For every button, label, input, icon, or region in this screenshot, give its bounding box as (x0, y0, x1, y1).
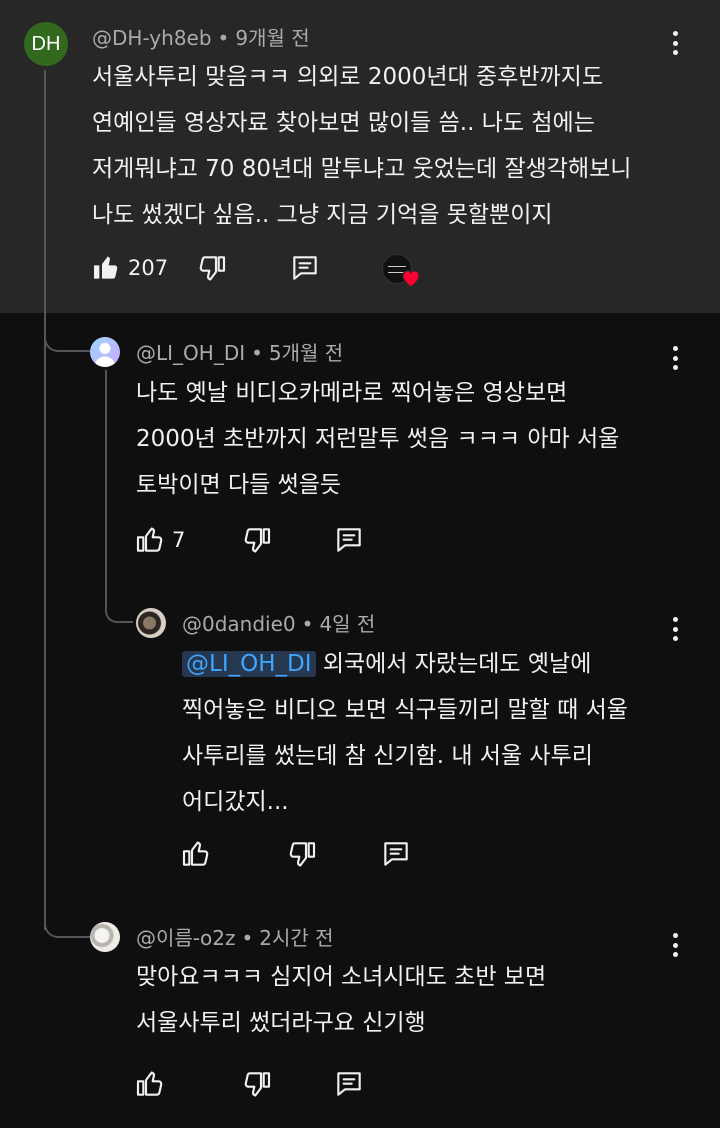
reply-button[interactable] (289, 252, 321, 284)
comment-time: 4일 전 (319, 612, 376, 636)
thread-line-main (44, 70, 46, 930)
more-options-button[interactable] (663, 613, 687, 645)
thread-curve-nested-reply (105, 585, 133, 623)
avatar[interactable] (90, 337, 120, 367)
heart-icon (402, 270, 420, 288)
comment-time: 9개월 전 (235, 26, 310, 50)
avatar[interactable] (136, 608, 166, 638)
dislike-button[interactable] (241, 524, 273, 556)
comment-time: 5개월 전 (268, 341, 344, 365)
like-button[interactable] (180, 838, 218, 870)
thread-line-nested (105, 370, 107, 585)
more-dot-icon (672, 933, 678, 938)
more-dot-icon (672, 31, 678, 36)
meta-separator: • (301, 612, 314, 636)
more-options-button[interactable] (663, 342, 687, 374)
comment-line: 어디갔지... (182, 789, 289, 815)
comment-text: 서울사투리 맞음ㅋㅋ 의외로 2000년대 중후반까지도 연예인들 영상자료 찾… (92, 54, 631, 238)
dislike-button[interactable] (241, 1068, 273, 1100)
more-dot-icon (672, 942, 678, 948)
comment-line: 나도 옛날 비디오카메라로 찍어놓은 영상보면 (136, 380, 568, 406)
avatar[interactable] (90, 922, 120, 952)
comment-line: 맞아요ㅋㅋㅋ 심지어 소녀시대도 초반 보면 (136, 964, 547, 990)
reply-button[interactable] (380, 838, 412, 870)
comment-line: 저게뭐냐고 70 80년대 말투냐고 웃었는데 잘생각해보니 (92, 156, 632, 182)
creator-heart-badge (382, 254, 422, 288)
author-name[interactable]: @0dandie0 (182, 612, 296, 636)
more-dot-icon (672, 952, 678, 957)
thumbs-down-icon (196, 252, 228, 284)
thumbs-down-icon (241, 1068, 273, 1100)
thumbs-up-filled-icon (90, 252, 122, 284)
comment-line: 사투리를 썼는데 참 신기함. 내 서울 사투리 (182, 743, 593, 769)
comment-line: 연예인들 영상자료 찾아보면 많이들 씀.. 나도 첨에는 (92, 110, 595, 136)
comment-line: 서울사투리 맞음ㅋㅋ 의외로 2000년대 중후반까지도 (92, 64, 603, 90)
reply-icon (333, 1068, 365, 1100)
more-dot-icon (672, 346, 678, 351)
reply-icon (380, 838, 412, 870)
thumbs-down-icon (286, 838, 318, 870)
meta-separator: • (251, 341, 263, 365)
thumbs-up-icon (180, 838, 212, 870)
meta-separator: • (217, 26, 230, 50)
like-button[interactable] (134, 1068, 172, 1100)
more-dot-icon (672, 50, 678, 55)
comment-meta: @DH-yh8eb • 9개월 전 (92, 26, 310, 50)
comment-line-text: 외국에서 자랐는데도 옛날에 (322, 651, 592, 677)
comment-line: 찍어놓은 비디오 보면 식구들끼리 말할 때 서울 (182, 697, 628, 723)
meta-separator: • (241, 926, 254, 950)
author-name[interactable]: @이름-o2z (136, 926, 235, 950)
more-dot-icon (672, 355, 678, 361)
like-count: 207 (128, 256, 169, 280)
mention-link[interactable]: @LI_OH_DI (182, 651, 316, 677)
comment-text: 맞아요ㅋㅋㅋ 심지어 소녀시대도 초반 보면 서울사투리 썼더라구요 신기행 (136, 954, 546, 1046)
author-name[interactable]: @DH-yh8eb (92, 26, 212, 50)
comment-time: 2시간 전 (259, 926, 334, 950)
author-name[interactable]: @LI_OH_DI (136, 341, 245, 365)
reply-icon (289, 252, 321, 284)
like-button[interactable]: 207 (90, 252, 168, 284)
reply-button[interactable] (333, 524, 365, 556)
comment-meta: @0dandie0 • 4일 전 (182, 612, 375, 636)
thumbs-up-icon (134, 1068, 166, 1100)
like-button[interactable]: 7 (134, 524, 185, 556)
more-dot-icon (672, 626, 678, 632)
comment-meta: @LI_OH_DI • 5개월 전 (136, 341, 343, 365)
comment-line: 토박이면 다들 썻을듯 (136, 472, 342, 498)
more-dot-icon (672, 40, 678, 46)
like-count: 7 (172, 528, 186, 552)
comment-text: @LI_OH_DI 외국에서 자랐는데도 옛날에 찍어놓은 비디오 보면 식구들… (182, 641, 628, 825)
comment-line: @LI_OH_DI 외국에서 자랐는데도 옛날에 (182, 641, 628, 687)
reply-button[interactable] (333, 1068, 365, 1100)
more-dot-icon (672, 617, 678, 622)
thread-curve-reply-1 (44, 300, 90, 352)
comment-meta: @이름-o2z • 2시간 전 (136, 926, 334, 950)
thumbs-down-icon (241, 524, 273, 556)
thread-curve-reply-3 (44, 880, 90, 938)
dislike-button[interactable] (286, 838, 318, 870)
reply-icon (333, 524, 365, 556)
avatar[interactable]: DH (24, 22, 68, 66)
comment-line: 2000년 초반까지 저런말투 썻음 ㅋㅋㅋ 아마 서울 (136, 426, 620, 452)
comment-line: 나도 썼겠다 싶음.. 그냥 지금 기억을 못할뿐이지 (92, 202, 553, 228)
avatar-initials: DH (31, 32, 61, 55)
thumbs-up-icon (134, 524, 166, 556)
more-options-button[interactable] (663, 27, 687, 59)
more-options-button[interactable] (663, 929, 687, 961)
more-dot-icon (672, 636, 678, 641)
comment-text: 나도 옛날 비디오카메라로 찍어놓은 영상보면 2000년 초반까지 저런말투 … (136, 370, 619, 508)
dislike-button[interactable] (196, 252, 228, 284)
comment-line: 서울사투리 썼더라구요 신기행 (136, 1010, 426, 1036)
more-dot-icon (672, 365, 678, 370)
